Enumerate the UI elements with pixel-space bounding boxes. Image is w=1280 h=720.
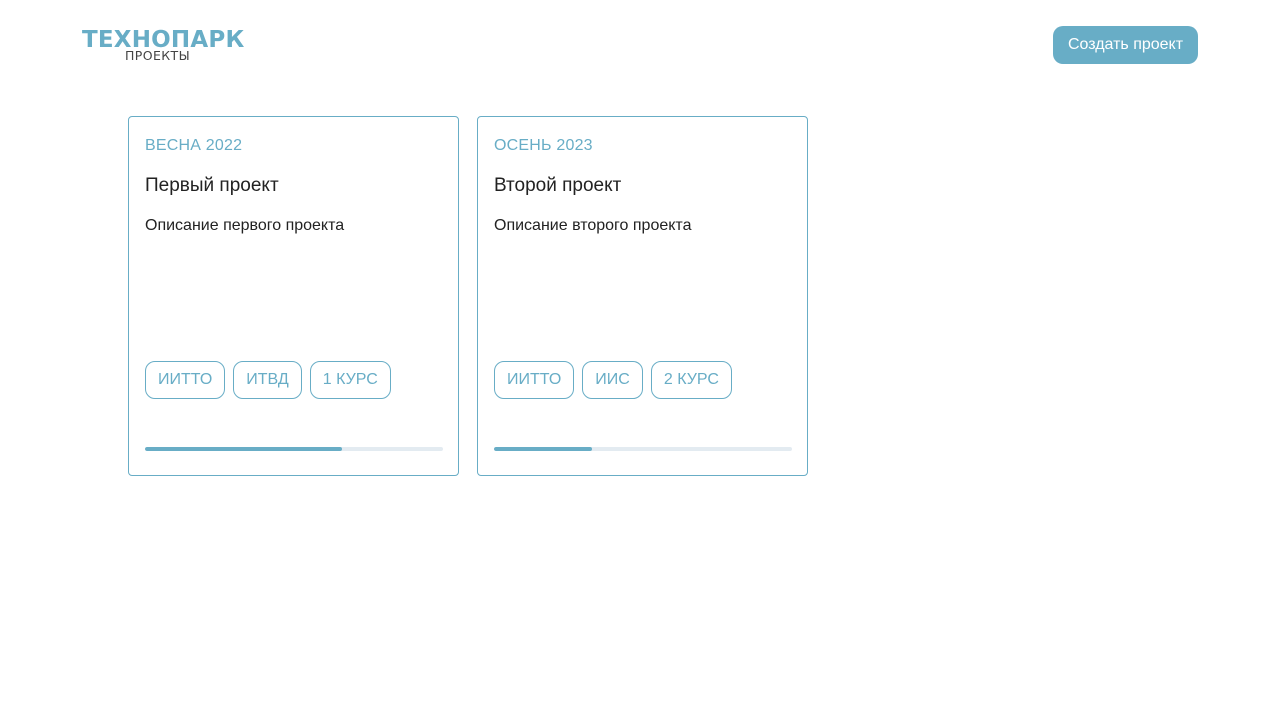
create-project-button[interactable]: Создать проект [1053, 26, 1198, 64]
project-progress-bar [145, 447, 443, 451]
project-tag[interactable]: ИИТТО [494, 361, 575, 399]
project-progress-fill [145, 447, 342, 451]
project-progress-fill [494, 447, 593, 451]
project-card[interactable]: ОСЕНЬ 2023 Второй проект Описание второг… [477, 116, 808, 476]
project-tags: ИИТТО ИИС 2 КУРС [494, 361, 732, 399]
project-tags: ИИТТО ИТВД 1 КУРС [145, 361, 391, 399]
project-tag[interactable]: 1 КУРС [309, 361, 391, 399]
project-semester: ВЕСНА 2022 [145, 137, 243, 154]
logo[interactable]: ТЕХНОПАРК ПРОЕКТЫ [82, 27, 244, 67]
project-title: Первый проект [145, 175, 279, 196]
project-semester: ОСЕНЬ 2023 [494, 137, 593, 154]
project-card[interactable]: ВЕСНА 2022 Первый проект Описание первог… [128, 116, 459, 476]
project-description: Описание второго проекта [494, 217, 692, 234]
project-description: Описание первого проекта [145, 217, 345, 234]
logo-sub-text: ПРОЕКТЫ [125, 48, 191, 63]
project-progress-bar [494, 447, 792, 451]
project-tag[interactable]: 2 КУРС [650, 361, 732, 399]
project-title: Второй проект [494, 175, 622, 196]
project-tag[interactable]: ИИТТО [145, 361, 226, 399]
project-tag[interactable]: ИИС [582, 361, 643, 399]
project-tag[interactable]: ИТВД [233, 361, 302, 399]
